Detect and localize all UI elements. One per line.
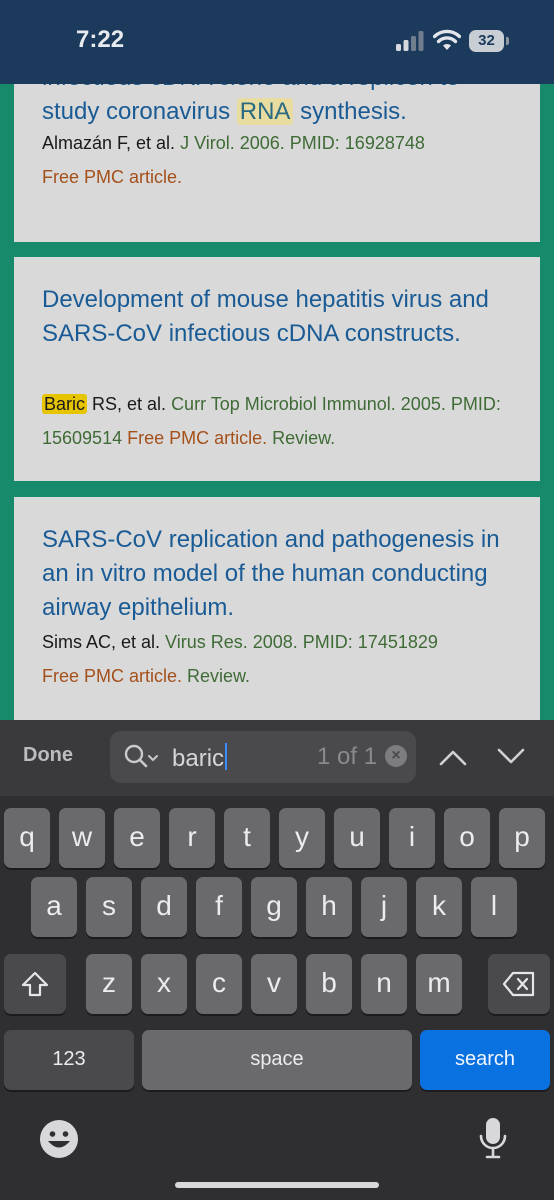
shift-arrow-icon bbox=[21, 971, 49, 997]
search-key[interactable]: search bbox=[420, 1030, 550, 1090]
key-c[interactable]: c bbox=[196, 954, 242, 1014]
match-count: 1 of 1 bbox=[317, 743, 378, 770]
key-e[interactable]: e bbox=[114, 808, 160, 868]
done-button[interactable]: Done bbox=[23, 744, 73, 767]
home-indicator[interactable] bbox=[175, 1182, 379, 1188]
find-match-highlight: RNA bbox=[236, 98, 294, 125]
key-p[interactable]: p bbox=[499, 808, 545, 868]
journal-link[interactable]: J Virol. 2006. PMID: 16928748 bbox=[180, 133, 425, 153]
article-title-link[interactable]: infectious cDNA clone and a replicon to … bbox=[42, 84, 512, 129]
find-input[interactable]: baric 1 of 1 × bbox=[110, 731, 416, 783]
clear-icon[interactable]: × bbox=[385, 745, 407, 767]
free-pmc-line: Free PMC article. Review. bbox=[42, 659, 522, 693]
article-card: SARS-CoV replication and pathogenesis in… bbox=[14, 497, 540, 720]
article-citation: Baric RS, et al. Curr Top Microbiol Immu… bbox=[42, 394, 501, 448]
space-key[interactable]: space bbox=[142, 1030, 412, 1090]
find-match-highlight-current: Baric bbox=[42, 394, 88, 414]
search-options-icon[interactable] bbox=[124, 744, 160, 770]
key-f[interactable]: f bbox=[196, 877, 242, 937]
free-pmc-line: Free PMC article. bbox=[42, 160, 522, 194]
free-pmc-link[interactable]: Free PMC article. bbox=[127, 428, 267, 448]
find-in-page-bar: Done baric 1 of 1 × bbox=[0, 720, 554, 796]
key-d[interactable]: d bbox=[141, 877, 187, 937]
key-g[interactable]: g bbox=[251, 877, 297, 937]
key-a[interactable]: a bbox=[31, 877, 77, 937]
cellular-signal-icon bbox=[396, 31, 424, 51]
previous-match-chevron-up-icon[interactable] bbox=[438, 744, 468, 770]
article-title-link[interactable]: SARS-CoV replication and pathogenesis in… bbox=[42, 523, 512, 625]
battery-icon: 32 bbox=[469, 30, 509, 52]
key-r[interactable]: r bbox=[169, 808, 215, 868]
key-o[interactable]: o bbox=[444, 808, 490, 868]
key-u[interactable]: u bbox=[334, 808, 380, 868]
key-i[interactable]: i bbox=[389, 808, 435, 868]
free-pmc-link[interactable]: Free PMC article. bbox=[42, 167, 182, 187]
journal-link[interactable]: Virus Res. 2008. PMID: 17451829 bbox=[165, 632, 438, 652]
key-q[interactable]: q bbox=[4, 808, 50, 868]
key-h[interactable]: h bbox=[306, 877, 352, 937]
wifi-icon bbox=[433, 29, 461, 50]
key-m[interactable]: m bbox=[416, 954, 462, 1014]
delete-key[interactable] bbox=[488, 954, 550, 1014]
microphone-icon[interactable] bbox=[478, 1116, 508, 1162]
key-j[interactable]: j bbox=[361, 877, 407, 937]
review-label: Review. bbox=[267, 428, 336, 448]
clock: 7:22 bbox=[76, 26, 125, 53]
key-k[interactable]: k bbox=[416, 877, 462, 937]
find-query: baric bbox=[172, 745, 225, 772]
article-card: infectious cDNA clone and a replicon to … bbox=[14, 84, 540, 242]
article-citation: Sims AC, et al. Virus Res. 2008. PMID: 1… bbox=[42, 632, 438, 652]
text-cursor bbox=[225, 743, 228, 770]
key-y[interactable]: y bbox=[279, 808, 325, 868]
backspace-icon bbox=[502, 971, 535, 997]
search-results-page: infectious cDNA clone and a replicon to … bbox=[0, 84, 554, 720]
article-title-link[interactable]: Development of mouse hepatitis virus and… bbox=[42, 283, 512, 351]
key-t[interactable]: t bbox=[224, 808, 270, 868]
numbers-key[interactable]: 123 bbox=[4, 1030, 134, 1090]
emoji-icon[interactable] bbox=[38, 1118, 80, 1160]
free-pmc-link[interactable]: Free PMC article. bbox=[42, 666, 182, 686]
battery-level: 32 bbox=[478, 32, 495, 49]
keyboard: q w e r t y u i o p a s d f g h j k l z … bbox=[0, 796, 554, 1200]
review-label: Review. bbox=[182, 666, 251, 686]
key-v[interactable]: v bbox=[251, 954, 297, 1014]
key-l[interactable]: l bbox=[471, 877, 517, 937]
next-match-chevron-down-icon[interactable] bbox=[496, 744, 526, 770]
status-bar: 7:22 32 bbox=[0, 0, 554, 84]
article-card: Development of mouse hepatitis virus and… bbox=[14, 257, 540, 481]
shift-key[interactable] bbox=[4, 954, 66, 1014]
key-b[interactable]: b bbox=[306, 954, 352, 1014]
article-citation: Almazán F, et al. J Virol. 2006. PMID: 1… bbox=[42, 133, 425, 153]
key-x[interactable]: x bbox=[141, 954, 187, 1014]
key-w[interactable]: w bbox=[59, 808, 105, 868]
key-n[interactable]: n bbox=[361, 954, 407, 1014]
key-z[interactable]: z bbox=[86, 954, 132, 1014]
key-s[interactable]: s bbox=[86, 877, 132, 937]
